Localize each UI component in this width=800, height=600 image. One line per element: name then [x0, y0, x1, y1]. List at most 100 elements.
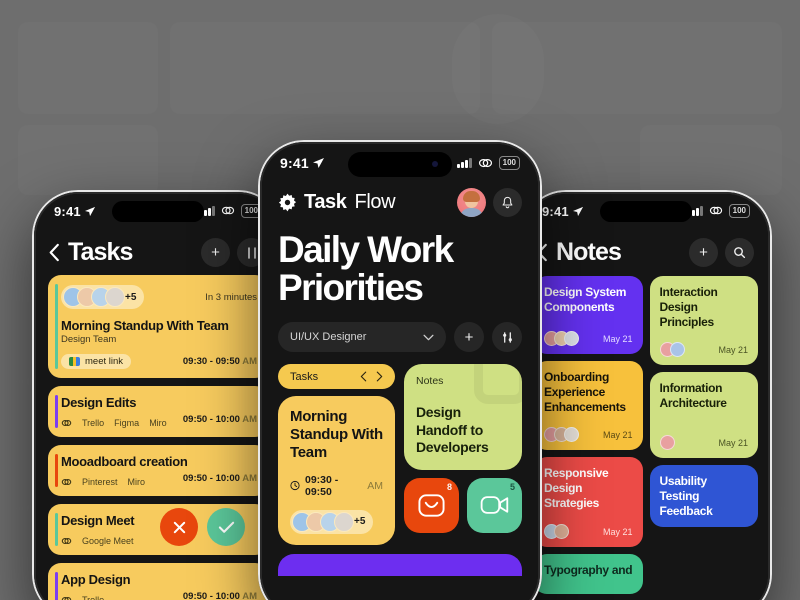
- location-arrow-icon: [572, 206, 583, 216]
- tasks-widget-label: Tasks: [290, 370, 319, 383]
- task-tags: Trello: [61, 595, 104, 600]
- avatar-chip: +5: [61, 285, 145, 309]
- mail-tile[interactable]: 8: [404, 477, 459, 533]
- phone-center-taskflow: 9:41 100 Task Flow Daily Work Priorities…: [258, 140, 542, 600]
- role-select-value: UI/UX Designer: [290, 331, 367, 344]
- task-row[interactable]: Design Edits Trello Figma Miro 09:50 - 1…: [48, 386, 268, 437]
- chevron-right-icon[interactable]: [376, 371, 383, 382]
- task-when: In 3 minutes: [205, 291, 257, 303]
- task-widget-meridiem: AM: [367, 479, 383, 492]
- battery-indicator: 100: [498, 156, 520, 170]
- note-date: May 21: [718, 437, 748, 448]
- note-search-button[interactable]: [725, 238, 754, 267]
- task-title: Design Edits: [61, 395, 137, 410]
- task-time-text: 09:50 - 10:00: [182, 413, 240, 425]
- task-time: 09:50 - 10:00 AM: [183, 414, 257, 425]
- avatar-overflow-count: +5: [354, 516, 366, 528]
- note-card[interactable]: Design System Components May 21: [534, 276, 643, 354]
- sort-button[interactable]: [492, 322, 522, 353]
- quick-tiles: 8 5: [404, 477, 522, 533]
- left-header: Tasks +: [36, 228, 280, 267]
- reject-button[interactable]: [160, 508, 198, 546]
- avatar-chip: +5: [290, 509, 374, 534]
- right-header-actions: +: [689, 238, 754, 267]
- role-select[interactable]: UI/UX Designer: [278, 322, 446, 353]
- note-card[interactable]: Typography and: [534, 554, 643, 594]
- left-header-actions: +: [201, 238, 266, 267]
- page-title: Daily Work Priorities: [278, 229, 454, 308]
- meet-link-chip[interactable]: meet link: [61, 354, 132, 369]
- task-tag: Google Meet: [82, 536, 134, 546]
- bg-panel: [18, 22, 158, 114]
- google-meet-icon: [69, 357, 80, 366]
- right-title-text: Notes: [556, 238, 622, 266]
- location-arrow-icon: [84, 206, 95, 216]
- mail-icon: [418, 494, 445, 517]
- task-time-text: 09:50 - 10:00: [182, 472, 240, 484]
- avatar-body: [460, 208, 483, 217]
- note-card[interactable]: Information Architecture May 21: [649, 372, 758, 458]
- user-avatar[interactable]: [457, 188, 486, 217]
- chevron-left-icon[interactable]: [48, 243, 60, 262]
- avatar: [659, 435, 675, 450]
- brand-name-light: Flow: [354, 191, 396, 213]
- video-camera-icon: [480, 496, 508, 515]
- note-date: May 21: [718, 344, 748, 355]
- brand-row: Task Flow: [278, 188, 522, 217]
- task-widget-card[interactable]: Morning Standup With Team 09:30 - 09:50 …: [278, 396, 395, 545]
- task-stripe: [55, 395, 58, 428]
- note-title: Typography and: [544, 563, 633, 577]
- avatar: [669, 342, 685, 357]
- task-row-meta: Trello 09:50 - 10:00 AM: [61, 587, 257, 600]
- task-row-meta: Pinterest Miro 09:50 - 10:00 AM: [61, 469, 257, 487]
- dynamic-island: [600, 201, 692, 222]
- phone-right-notes: 9:41 100 Notes + Design System Component…: [520, 190, 772, 600]
- add-task-label: +: [464, 328, 474, 346]
- note-avatars: [544, 524, 569, 539]
- note-title: Usability Testing Feedback: [659, 474, 713, 518]
- note-add-button[interactable]: +: [689, 238, 718, 267]
- left-page-title: Tasks: [48, 238, 133, 267]
- status-time-left: 9:41: [54, 204, 96, 219]
- note-card[interactable]: Responsive Design Strategies May 21: [534, 457, 643, 547]
- battery-indicator: 100: [728, 204, 750, 218]
- tasks-widget-header[interactable]: Tasks: [278, 364, 395, 390]
- dynamic-island: [112, 201, 204, 222]
- left-add-button[interactable]: +: [201, 238, 230, 267]
- task-title: Morning Standup With Team: [61, 318, 229, 333]
- note-card[interactable]: Interaction Design Principles May 21: [649, 276, 758, 365]
- task-time: 09:50 - 10:00 AM: [183, 473, 257, 484]
- task-time-text: 09:50 - 10:00: [182, 590, 240, 600]
- task-row-featured[interactable]: +5 In 3 minutes Morning Standup With Tea…: [48, 275, 268, 378]
- task-time-text: 09:30 - 09:50: [182, 356, 240, 367]
- note-card[interactable]: Usability Testing Feedback: [649, 465, 758, 527]
- status-right-center: 100: [457, 156, 520, 170]
- note-card[interactable]: Onboarding Experience Enhancements May 2…: [534, 361, 643, 450]
- video-tile[interactable]: 5: [467, 477, 522, 533]
- search-icon: [734, 247, 746, 259]
- status-time-center: 9:41: [280, 155, 325, 171]
- dynamic-island: [348, 152, 452, 177]
- clock-icon: [290, 480, 300, 491]
- task-row[interactable]: App Design Trello 09:50 - 10:00 AM: [48, 563, 268, 600]
- notification-bell-button[interactable]: [493, 188, 522, 217]
- task-stripe: [55, 454, 58, 487]
- bg-panel: [18, 125, 158, 195]
- chevron-left-icon[interactable]: [360, 371, 367, 382]
- task-meridiem: AM: [242, 356, 257, 367]
- right-header: Notes +: [524, 228, 768, 267]
- status-time-right-text: 9:41: [542, 203, 569, 219]
- notes-and-tiles-column: Notes Design Handoff to Developers 8 5: [404, 364, 522, 544]
- notes-widget-card[interactable]: Notes Design Handoff to Developers: [404, 364, 522, 470]
- tasks-widget: Tasks Morning Standup With Team 09:30 - …: [278, 364, 395, 545]
- task-row[interactable]: Mooadboard creation Pinterest Miro 09:50…: [48, 445, 268, 496]
- avatar: [334, 511, 354, 532]
- status-bar-right: 9:41 100: [524, 194, 768, 228]
- video-badge: 5: [509, 481, 515, 492]
- add-task-button[interactable]: +: [454, 322, 484, 353]
- status-time-center-text: 9:41: [280, 155, 309, 171]
- cellular-bars-icon: [457, 157, 472, 168]
- meet-link-label: meet link: [85, 356, 124, 367]
- accept-button[interactable]: [207, 508, 245, 546]
- bottom-purple-card[interactable]: [278, 553, 522, 576]
